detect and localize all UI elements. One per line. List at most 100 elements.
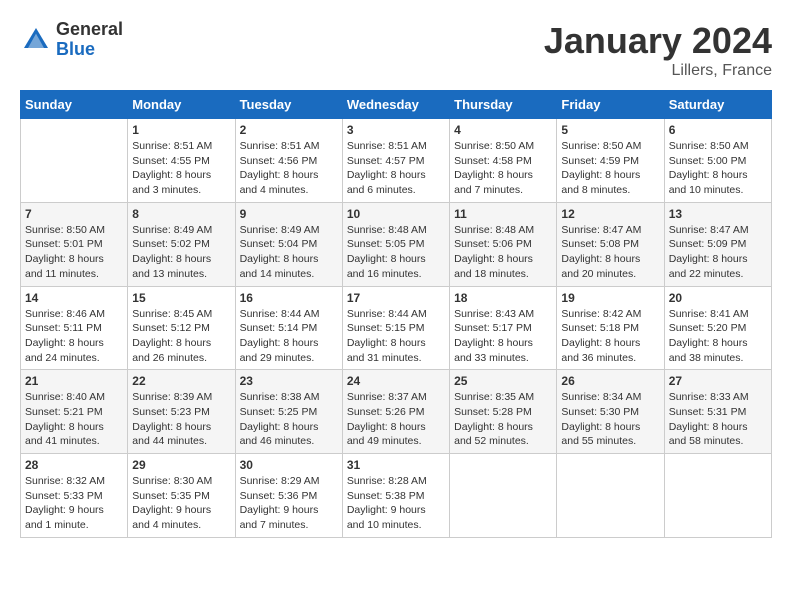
- logo-text: General Blue: [56, 20, 123, 60]
- weekday-header-row: SundayMondayTuesdayWednesdayThursdayFrid…: [21, 91, 772, 119]
- calendar-cell: 3Sunrise: 8:51 AMSunset: 4:57 PMDaylight…: [342, 119, 449, 203]
- day-number: 10: [347, 207, 445, 221]
- weekday-header: Wednesday: [342, 91, 449, 119]
- day-number: 7: [25, 207, 123, 221]
- logo-general: General: [56, 20, 123, 40]
- calendar-cell: 25 Sunrise: 8:35 AMSunset: 5:28 PMDayligh…: [450, 370, 557, 454]
- calendar-table: SundayMondayTuesdayWednesdayThursdayFrid…: [20, 90, 772, 538]
- calendar-cell: 9 Sunrise: 8:49 AMSunset: 5:04 PMDaylight…: [235, 202, 342, 286]
- day-number: 4: [454, 123, 552, 137]
- calendar-cell: 22 Sunrise: 8:39 AMSunset: 5:23 PMDayligh…: [128, 370, 235, 454]
- day-number: 31: [347, 458, 445, 472]
- day-number: 6: [669, 123, 767, 137]
- day-detail: Sunrise: 8:39 AMSunset: 5:23 PMDaylight:…: [132, 390, 230, 449]
- calendar-cell: [664, 454, 771, 538]
- day-number: 15: [132, 291, 230, 305]
- day-detail: Sunrise: 8:40 AMSunset: 5:21 PMDaylight:…: [25, 390, 123, 449]
- calendar-cell: 12 Sunrise: 8:47 AMSunset: 5:08 PMDayligh…: [557, 202, 664, 286]
- calendar-body: 1Sunrise: 8:51 AMSunset: 4:55 PMDaylight…: [21, 119, 772, 538]
- day-detail: Sunrise: 8:47 AMSunset: 5:09 PMDaylight:…: [669, 223, 767, 282]
- calendar-cell: 28Sunrise: 8:32 AMSunset: 5:33 PMDayligh…: [21, 454, 128, 538]
- weekday-header: Friday: [557, 91, 664, 119]
- calendar-week-row: 7 Sunrise: 8:50 AMSunset: 5:01 PMDaylight…: [21, 202, 772, 286]
- day-number: 21: [25, 374, 123, 388]
- day-number: 29: [132, 458, 230, 472]
- calendar-cell: 21 Sunrise: 8:40 AMSunset: 5:21 PMDayligh…: [21, 370, 128, 454]
- calendar-cell: 26 Sunrise: 8:34 AMSunset: 5:30 PMDayligh…: [557, 370, 664, 454]
- day-number: 25: [454, 374, 552, 388]
- day-number: 22: [132, 374, 230, 388]
- logo: General Blue: [20, 20, 123, 60]
- day-number: 24: [347, 374, 445, 388]
- calendar-cell: 14 Sunrise: 8:46 AMSunset: 5:11 PMDayligh…: [21, 286, 128, 370]
- day-number: 26: [561, 374, 659, 388]
- logo-icon: [20, 24, 52, 56]
- weekday-header: Monday: [128, 91, 235, 119]
- weekday-header: Tuesday: [235, 91, 342, 119]
- calendar-cell: 16Sunrise: 8:44 AMSunset: 5:14 PMDayligh…: [235, 286, 342, 370]
- day-detail: Sunrise: 8:43 AMSunset: 5:17 PMDaylight:…: [454, 307, 552, 366]
- day-detail: Sunrise: 8:50 AMSunset: 5:01 PMDaylight:…: [25, 223, 123, 282]
- page-header: General Blue January 2024 Lillers, Franc…: [20, 20, 772, 80]
- day-number: 18: [454, 291, 552, 305]
- day-detail: Sunrise: 8:35 AMSunset: 5:28 PMDaylight:…: [454, 390, 552, 449]
- calendar-cell: [450, 454, 557, 538]
- calendar-cell: 31 Sunrise: 8:28 AMSunset: 5:38 PMDayligh…: [342, 454, 449, 538]
- month-title: January 2024: [544, 20, 772, 62]
- day-number: 17: [347, 291, 445, 305]
- calendar-cell: 6Sunrise: 8:50 AMSunset: 5:00 PMDaylight…: [664, 119, 771, 203]
- day-detail: Sunrise: 8:32 AMSunset: 5:33 PMDaylight:…: [25, 474, 123, 533]
- day-number: 27: [669, 374, 767, 388]
- day-detail: Sunrise: 8:51 AMSunset: 4:56 PMDaylight:…: [240, 139, 338, 198]
- day-detail: Sunrise: 8:33 AMSunset: 5:31 PMDaylight:…: [669, 390, 767, 449]
- calendar-cell: 10 Sunrise: 8:48 AMSunset: 5:05 PMDayligh…: [342, 202, 449, 286]
- day-number: 23: [240, 374, 338, 388]
- day-number: 2: [240, 123, 338, 137]
- day-number: 12: [561, 207, 659, 221]
- day-number: 20: [669, 291, 767, 305]
- calendar-week-row: 1Sunrise: 8:51 AMSunset: 4:55 PMDaylight…: [21, 119, 772, 203]
- calendar-cell: 27 Sunrise: 8:33 AMSunset: 5:31 PMDayligh…: [664, 370, 771, 454]
- day-number: 1: [132, 123, 230, 137]
- calendar-cell: 7 Sunrise: 8:50 AMSunset: 5:01 PMDaylight…: [21, 202, 128, 286]
- logo-blue: Blue: [56, 40, 123, 60]
- day-detail: Sunrise: 8:50 AMSunset: 4:59 PMDaylight:…: [561, 139, 659, 198]
- day-detail: Sunrise: 8:38 AMSunset: 5:25 PMDaylight:…: [240, 390, 338, 449]
- calendar-header: SundayMondayTuesdayWednesdayThursdayFrid…: [21, 91, 772, 119]
- calendar-week-row: 28Sunrise: 8:32 AMSunset: 5:33 PMDayligh…: [21, 454, 772, 538]
- calendar-cell: 11Sunrise: 8:48 AMSunset: 5:06 PMDayligh…: [450, 202, 557, 286]
- calendar-cell: 8Sunrise: 8:49 AMSunset: 5:02 PMDaylight…: [128, 202, 235, 286]
- day-detail: Sunrise: 8:44 AMSunset: 5:15 PMDaylight:…: [347, 307, 445, 366]
- day-number: 14: [25, 291, 123, 305]
- day-detail: Sunrise: 8:48 AMSunset: 5:05 PMDaylight:…: [347, 223, 445, 282]
- day-number: 9: [240, 207, 338, 221]
- calendar-cell: [557, 454, 664, 538]
- calendar-cell: 19Sunrise: 8:42 AMSunset: 5:18 PMDayligh…: [557, 286, 664, 370]
- day-detail: Sunrise: 8:49 AMSunset: 5:04 PMDaylight:…: [240, 223, 338, 282]
- calendar-cell: 4 Sunrise: 8:50 AMSunset: 4:58 PMDaylight…: [450, 119, 557, 203]
- calendar-cell: 23 Sunrise: 8:38 AMSunset: 5:25 PMDayligh…: [235, 370, 342, 454]
- calendar-cell: 5Sunrise: 8:50 AMSunset: 4:59 PMDaylight…: [557, 119, 664, 203]
- calendar-cell: 30Sunrise: 8:29 AMSunset: 5:36 PMDayligh…: [235, 454, 342, 538]
- day-detail: Sunrise: 8:28 AMSunset: 5:38 PMDaylight:…: [347, 474, 445, 533]
- title-block: January 2024 Lillers, France: [544, 20, 772, 80]
- day-number: 30: [240, 458, 338, 472]
- day-number: 13: [669, 207, 767, 221]
- day-detail: Sunrise: 8:46 AMSunset: 5:11 PMDaylight:…: [25, 307, 123, 366]
- day-detail: Sunrise: 8:41 AMSunset: 5:20 PMDaylight:…: [669, 307, 767, 366]
- day-detail: Sunrise: 8:50 AMSunset: 4:58 PMDaylight:…: [454, 139, 552, 198]
- day-detail: Sunrise: 8:47 AMSunset: 5:08 PMDaylight:…: [561, 223, 659, 282]
- calendar-cell: 18 Sunrise: 8:43 AMSunset: 5:17 PMDayligh…: [450, 286, 557, 370]
- calendar-cell: 13 Sunrise: 8:47 AMSunset: 5:09 PMDayligh…: [664, 202, 771, 286]
- day-detail: Sunrise: 8:51 AMSunset: 4:57 PMDaylight:…: [347, 139, 445, 198]
- day-detail: Sunrise: 8:45 AMSunset: 5:12 PMDaylight:…: [132, 307, 230, 366]
- calendar-cell: [21, 119, 128, 203]
- day-detail: Sunrise: 8:42 AMSunset: 5:18 PMDaylight:…: [561, 307, 659, 366]
- day-detail: Sunrise: 8:34 AMSunset: 5:30 PMDaylight:…: [561, 390, 659, 449]
- calendar-cell: 20 Sunrise: 8:41 AMSunset: 5:20 PMDayligh…: [664, 286, 771, 370]
- day-detail: Sunrise: 8:30 AMSunset: 5:35 PMDaylight:…: [132, 474, 230, 533]
- calendar-cell: 29 Sunrise: 8:30 AMSunset: 5:35 PMDayligh…: [128, 454, 235, 538]
- calendar-week-row: 14 Sunrise: 8:46 AMSunset: 5:11 PMDayligh…: [21, 286, 772, 370]
- day-number: 11: [454, 207, 552, 221]
- day-number: 8: [132, 207, 230, 221]
